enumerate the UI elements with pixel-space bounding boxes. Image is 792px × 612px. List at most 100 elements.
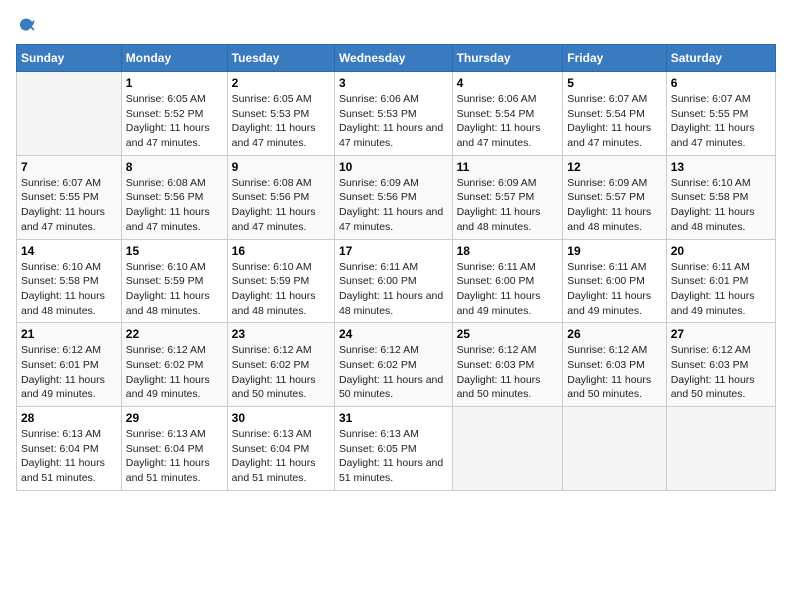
day-info: Sunrise: 6:12 AMSunset: 6:02 PMDaylight:… [232, 343, 330, 402]
day-number: 12 [567, 160, 661, 174]
logo-icon [16, 16, 36, 36]
calendar-cell: 23 Sunrise: 6:12 AMSunset: 6:02 PMDayligh… [227, 323, 334, 407]
calendar-cell: 22 Sunrise: 6:12 AMSunset: 6:02 PMDayligh… [121, 323, 227, 407]
calendar-cell: 15Sunrise: 6:10 AMSunset: 5:59 PMDayligh… [121, 239, 227, 323]
header [16, 16, 776, 36]
day-number: 29 [126, 411, 223, 425]
day-number: 15 [126, 244, 223, 258]
calendar-cell: 19 Sunrise: 6:11 AMSunset: 6:00 PMDayligh… [563, 239, 666, 323]
calendar-cell: 17 Sunrise: 6:11 AMSunset: 6:00 PMDayligh… [334, 239, 452, 323]
calendar-week-row: 21 Sunrise: 6:12 AMSunset: 6:01 PMDayligh… [17, 323, 776, 407]
day-number: 17 [339, 244, 448, 258]
weekday-header: Friday [563, 45, 666, 72]
day-info: Sunrise: 6:12 AMSunset: 6:02 PMDaylight:… [339, 343, 448, 402]
day-info: Sunrise: 6:11 AMSunset: 6:00 PMDaylight:… [567, 260, 661, 319]
day-number: 30 [232, 411, 330, 425]
day-info: Sunrise: 6:05 AMSunset: 5:52 PMDaylight:… [126, 92, 223, 151]
calendar-cell: 24Sunrise: 6:12 AMSunset: 6:02 PMDayligh… [334, 323, 452, 407]
day-number: 7 [21, 160, 117, 174]
calendar-cell: 27 Sunrise: 6:12 AMSunset: 6:03 PMDayligh… [666, 323, 775, 407]
day-number: 22 [126, 327, 223, 341]
calendar-cell: 8 Sunrise: 6:08 AMSunset: 5:56 PMDaylight… [121, 155, 227, 239]
day-info: Sunrise: 6:10 AMSunset: 5:58 PMDaylight:… [671, 176, 771, 235]
calendar-cell: 2 Sunrise: 6:05 AMSunset: 5:53 PMDaylight… [227, 72, 334, 156]
day-info: Sunrise: 6:07 AMSunset: 5:54 PMDaylight:… [567, 92, 661, 151]
day-number: 25 [457, 327, 559, 341]
day-info: Sunrise: 6:12 AMSunset: 6:03 PMDaylight:… [671, 343, 771, 402]
calendar-cell: 9 Sunrise: 6:08 AMSunset: 5:56 PMDaylight… [227, 155, 334, 239]
day-info: Sunrise: 6:13 AMSunset: 6:04 PMDaylight:… [21, 427, 117, 486]
day-number: 21 [21, 327, 117, 341]
day-info: Sunrise: 6:10 AMSunset: 5:58 PMDaylight:… [21, 260, 117, 319]
day-info: Sunrise: 6:07 AMSunset: 5:55 PMDaylight:… [671, 92, 771, 151]
day-number: 3 [339, 76, 448, 90]
day-info: Sunrise: 6:10 AMSunset: 5:59 PMDaylight:… [232, 260, 330, 319]
day-number: 9 [232, 160, 330, 174]
day-number: 27 [671, 327, 771, 341]
day-info: Sunrise: 6:08 AMSunset: 5:56 PMDaylight:… [232, 176, 330, 235]
calendar-cell: 7Sunrise: 6:07 AMSunset: 5:55 PMDaylight… [17, 155, 122, 239]
day-info: Sunrise: 6:11 AMSunset: 6:00 PMDaylight:… [339, 260, 448, 319]
day-info: Sunrise: 6:13 AMSunset: 6:05 PMDaylight:… [339, 427, 448, 486]
calendar-body: 1 Sunrise: 6:05 AMSunset: 5:52 PMDaylight… [17, 72, 776, 491]
day-number: 18 [457, 244, 559, 258]
day-info: Sunrise: 6:08 AMSunset: 5:56 PMDaylight:… [126, 176, 223, 235]
calendar-cell: 12Sunrise: 6:09 AMSunset: 5:57 PMDayligh… [563, 155, 666, 239]
day-info: Sunrise: 6:06 AMSunset: 5:53 PMDaylight:… [339, 92, 448, 151]
logo [16, 16, 38, 36]
calendar-cell: 26 Sunrise: 6:12 AMSunset: 6:03 PMDayligh… [563, 323, 666, 407]
day-info: Sunrise: 6:12 AMSunset: 6:03 PMDaylight:… [457, 343, 559, 402]
calendar-week-row: 28 Sunrise: 6:13 AMSunset: 6:04 PMDayligh… [17, 407, 776, 491]
calendar-cell: 20Sunrise: 6:11 AMSunset: 6:01 PMDayligh… [666, 239, 775, 323]
day-number: 16 [232, 244, 330, 258]
calendar-cell: 6 Sunrise: 6:07 AMSunset: 5:55 PMDaylight… [666, 72, 775, 156]
calendar-cell: 30 Sunrise: 6:13 AMSunset: 6:04 PMDayligh… [227, 407, 334, 491]
day-info: Sunrise: 6:09 AMSunset: 5:57 PMDaylight:… [457, 176, 559, 235]
day-number: 28 [21, 411, 117, 425]
calendar-cell: 31 Sunrise: 6:13 AMSunset: 6:05 PMDayligh… [334, 407, 452, 491]
day-info: Sunrise: 6:12 AMSunset: 6:01 PMDaylight:… [21, 343, 117, 402]
weekday-header: Thursday [452, 45, 563, 72]
day-info: Sunrise: 6:06 AMSunset: 5:54 PMDaylight:… [457, 92, 559, 151]
day-number: 6 [671, 76, 771, 90]
day-info: Sunrise: 6:11 AMSunset: 6:00 PMDaylight:… [457, 260, 559, 319]
day-info: Sunrise: 6:11 AMSunset: 6:01 PMDaylight:… [671, 260, 771, 319]
calendar-cell: 1 Sunrise: 6:05 AMSunset: 5:52 PMDaylight… [121, 72, 227, 156]
calendar-cell: 4Sunrise: 6:06 AMSunset: 5:54 PMDaylight… [452, 72, 563, 156]
calendar-cell: 28 Sunrise: 6:13 AMSunset: 6:04 PMDayligh… [17, 407, 122, 491]
calendar-cell: 14 Sunrise: 6:10 AMSunset: 5:58 PMDayligh… [17, 239, 122, 323]
day-number: 10 [339, 160, 448, 174]
day-info: Sunrise: 6:12 AMSunset: 6:02 PMDaylight:… [126, 343, 223, 402]
calendar-week-row: 7Sunrise: 6:07 AMSunset: 5:55 PMDaylight… [17, 155, 776, 239]
header-row: SundayMondayTuesdayWednesdayThursdayFrid… [17, 45, 776, 72]
calendar-cell: 11 Sunrise: 6:09 AMSunset: 5:57 PMDayligh… [452, 155, 563, 239]
calendar-cell [563, 407, 666, 491]
calendar-week-row: 1 Sunrise: 6:05 AMSunset: 5:52 PMDaylight… [17, 72, 776, 156]
calendar-cell: 25 Sunrise: 6:12 AMSunset: 6:03 PMDayligh… [452, 323, 563, 407]
calendar-cell: 10 Sunrise: 6:09 AMSunset: 5:56 PMDayligh… [334, 155, 452, 239]
day-number: 26 [567, 327, 661, 341]
day-info: Sunrise: 6:12 AMSunset: 6:03 PMDaylight:… [567, 343, 661, 402]
weekday-header: Sunday [17, 45, 122, 72]
day-number: 2 [232, 76, 330, 90]
day-info: Sunrise: 6:13 AMSunset: 6:04 PMDaylight:… [126, 427, 223, 486]
day-number: 1 [126, 76, 223, 90]
calendar-cell [17, 72, 122, 156]
calendar-cell: 5 Sunrise: 6:07 AMSunset: 5:54 PMDaylight… [563, 72, 666, 156]
day-number: 8 [126, 160, 223, 174]
day-number: 5 [567, 76, 661, 90]
day-number: 31 [339, 411, 448, 425]
calendar-cell: 3 Sunrise: 6:06 AMSunset: 5:53 PMDaylight… [334, 72, 452, 156]
day-info: Sunrise: 6:05 AMSunset: 5:53 PMDaylight:… [232, 92, 330, 151]
day-number: 11 [457, 160, 559, 174]
day-number: 23 [232, 327, 330, 341]
calendar-header: SundayMondayTuesdayWednesdayThursdayFrid… [17, 45, 776, 72]
day-number: 19 [567, 244, 661, 258]
calendar-cell [666, 407, 775, 491]
calendar-cell: 13Sunrise: 6:10 AMSunset: 5:58 PMDayligh… [666, 155, 775, 239]
weekday-header: Tuesday [227, 45, 334, 72]
day-info: Sunrise: 6:13 AMSunset: 6:04 PMDaylight:… [232, 427, 330, 486]
day-number: 14 [21, 244, 117, 258]
calendar-cell [452, 407, 563, 491]
day-info: Sunrise: 6:09 AMSunset: 5:56 PMDaylight:… [339, 176, 448, 235]
